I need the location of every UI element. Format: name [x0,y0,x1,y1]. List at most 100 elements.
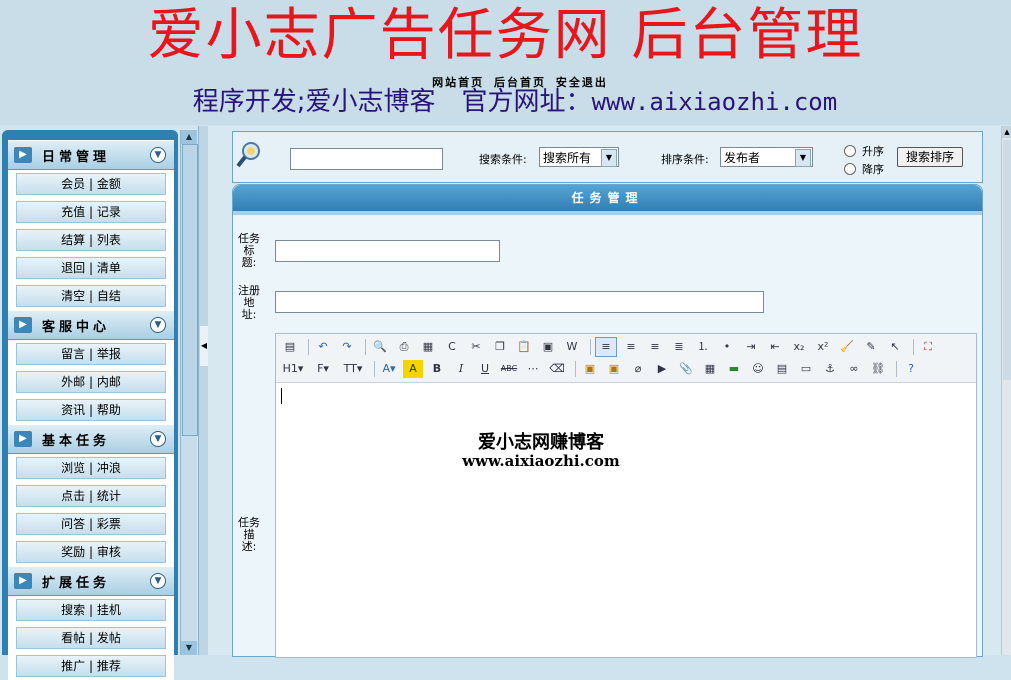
unlink-icon[interactable]: ⛓ [868,360,888,378]
multi-image-icon[interactable]: ▣ [604,360,624,378]
sidebar-item-label[interactable]: 外邮 | 内邮 [16,371,166,393]
subscript-icon[interactable]: x₂ [789,338,809,356]
sidebar-item-label[interactable]: 看帖 | 发帖 [16,627,166,649]
sidebar-item[interactable]: 资讯 | 帮助 [8,396,174,424]
sidebar-item[interactable]: 外邮 | 内邮 [8,368,174,396]
align-left-icon[interactable]: ≡ [595,337,617,357]
sidebar-item[interactable]: 搜索 | 挂机 [8,596,174,624]
align-center-icon[interactable]: ≡ [621,338,641,356]
sidebar-item-label[interactable]: 问答 | 彩票 [16,513,166,535]
sidebar-item[interactable]: 结算 | 列表 [8,226,174,254]
table-icon[interactable]: ▦ [700,360,720,378]
chevron-down-icon[interactable]: ▼ [150,317,166,333]
code-icon[interactable]: C [442,338,462,356]
sidebar-item-label[interactable]: 清空 | 自结 [16,285,166,307]
sidebar-item-label[interactable]: 会员 | 金额 [16,173,166,195]
sidebar-item-label[interactable]: 充值 | 记录 [16,201,166,223]
rich-text-editor[interactable]: ▤ ↶ ↷ 🔍 ⎙ ▦ C ✂ ❐ 📋 ▣ W ≡ ≡ ≡ ≣ ⒈ • ⇥ ⇤ … [275,333,977,658]
sidebar-item[interactable]: 问答 | 彩票 [8,510,174,538]
sidebar-item-label[interactable]: 留言 | 举报 [16,343,166,365]
sidebar-item[interactable]: 推广 | 推荐 [8,652,174,680]
sidebar-item[interactable]: 会员 | 金额 [8,170,174,198]
sidebar-item-label[interactable]: 点击 | 统计 [16,485,166,507]
sidebar-item-label[interactable]: 结算 | 列表 [16,229,166,251]
sidebar-item-label[interactable]: 退回 | 清单 [16,257,166,279]
search-sort-button[interactable]: 搜索排序 [897,147,963,167]
align-right-icon[interactable]: ≡ [645,338,665,356]
paste-text-icon[interactable]: ▣ [538,338,558,356]
clear-format-icon[interactable]: 🧹 [837,338,857,356]
sidebar-item[interactable]: 看帖 | 发帖 [8,624,174,652]
font-size-icon[interactable]: TT▾ [340,360,366,378]
radio-circle[interactable] [844,163,856,175]
sidebar-item[interactable]: 浏览 | 冲浪 [8,454,174,482]
select-all-icon[interactable]: ↖ [885,338,905,356]
cut-icon[interactable]: ✂ [466,338,486,356]
radio-desc[interactable]: 降序 [844,161,884,177]
unordered-list-icon[interactable]: • [717,338,737,356]
attachment-icon[interactable]: 📎 [676,360,696,378]
chevron-down-icon[interactable]: ▼ [150,573,166,589]
section-daily[interactable]: ▶ 日常管理 ▼ [8,140,174,170]
image-icon[interactable]: ▣ [580,360,600,378]
media-icon[interactable]: ▶ [652,360,672,378]
source-icon[interactable]: ▤ [280,338,300,356]
italic-icon[interactable]: I [451,360,471,378]
superscript-icon[interactable]: x² [813,338,833,356]
spellcheck-icon[interactable]: ✎ [861,338,881,356]
section-basic-tasks[interactable]: ▶ 基本任务 ▼ [8,424,174,454]
chevron-down-icon[interactable]: ▼ [601,149,617,167]
underline-icon[interactable]: U [475,360,495,378]
sidebar-item-label[interactable]: 资讯 | 帮助 [16,399,166,421]
strikethrough-icon[interactable]: ABC [499,360,519,378]
template-icon[interactable]: ▦ [418,338,438,356]
sidebar-item[interactable]: 留言 | 举报 [8,340,174,368]
sidebar-item-label[interactable]: 推广 | 推荐 [16,655,166,677]
main-scrollbar[interactable]: ▲ [1001,126,1011,655]
table-border-icon[interactable]: ⋯ [523,360,543,378]
chevron-down-icon[interactable]: ▼ [795,149,811,167]
undo-icon[interactable]: ↶ [313,338,333,356]
sidebar-item[interactable]: 点击 | 统计 [8,482,174,510]
sidebar-item[interactable]: 清空 | 自结 [8,282,174,310]
sidebar-item-label[interactable]: 奖励 | 审核 [16,541,166,563]
chevron-down-icon[interactable]: ▼ [150,147,166,163]
paste-icon[interactable]: 📋 [514,338,534,356]
map-icon[interactable]: ▤ [772,360,792,378]
sort-select[interactable]: 发布者 ▼ [720,147,813,167]
help-icon[interactable]: ? [901,360,921,378]
link-icon[interactable]: ∞ [844,360,864,378]
flash-icon[interactable]: ⌀ [628,360,648,378]
bold-icon[interactable]: B [427,360,447,378]
print-icon[interactable]: ⎙ [394,338,414,356]
sidebar-scrollbar[interactable]: ▲ ▼ [180,130,198,655]
preview-icon[interactable]: 🔍 [370,338,390,356]
outdent-icon[interactable]: ⇤ [765,338,785,356]
scroll-up-icon[interactable]: ▲ [181,130,197,144]
scroll-down-icon[interactable]: ▼ [181,641,197,655]
scroll-up-icon[interactable]: ▲ [1002,126,1011,138]
sidebar-item[interactable]: 充值 | 记录 [8,198,174,226]
align-justify-icon[interactable]: ≣ [669,338,689,356]
anchor-icon[interactable]: ⚓ [820,360,840,378]
chevron-down-icon[interactable]: ▼ [150,431,166,447]
section-service[interactable]: ▶ 客服中心 ▼ [8,310,174,340]
indent-icon[interactable]: ⇥ [741,338,761,356]
redo-icon[interactable]: ↷ [337,338,357,356]
copy-icon[interactable]: ❐ [490,338,510,356]
register-url-input[interactable] [275,291,764,313]
condition-select[interactable]: 搜索所有 ▼ [539,147,619,167]
page-break-icon[interactable]: ▭ [796,360,816,378]
ordered-list-icon[interactable]: ⒈ [693,338,713,356]
hr-icon[interactable]: ▬ [724,360,744,378]
emoticon-icon[interactable]: ☺ [748,360,768,378]
scroll-thumb[interactable] [182,144,198,436]
highlight-color-icon[interactable]: A [403,360,423,378]
text-color-icon[interactable]: A▾ [379,360,399,378]
sidebar-item-label[interactable]: 搜索 | 挂机 [16,599,166,621]
search-input[interactable] [290,148,443,170]
radio-asc[interactable]: 升序 [844,143,884,159]
sidebar-item[interactable]: 奖励 | 审核 [8,538,174,566]
heading-icon[interactable]: H1▾ [280,360,306,378]
scroll-thumb[interactable] [1003,140,1011,380]
